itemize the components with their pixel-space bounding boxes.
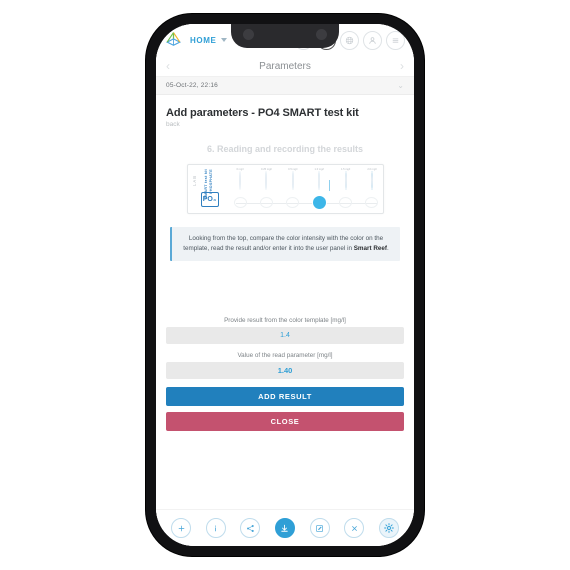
- main-content: Add parameters - PO4 SMART test kit back…: [156, 95, 414, 509]
- color-template-card: LAB SMART test kit PHOSPHATE PO₄ 0 mg/l: [186, 164, 384, 214]
- swatch-dot: [370, 171, 373, 190]
- test-card-label-panel: LAB SMART test kit PHOSPHATE PO₄: [188, 165, 230, 213]
- read-parameter-value-input[interactable]: 1.40: [166, 361, 404, 379]
- close-icon[interactable]: [344, 518, 365, 538]
- add-result-button[interactable]: ADD RESULT: [166, 386, 404, 406]
- tick-mark: [365, 197, 379, 208]
- share-icon[interactable]: [240, 518, 261, 538]
- date-selector[interactable]: 05-Oct-22, 22:16 ⌄: [156, 77, 414, 95]
- brand-name: Smart Reef: [353, 244, 387, 252]
- menu-icon[interactable]: [386, 30, 405, 50]
- info-icon[interactable]: [205, 518, 226, 538]
- po4-badge: PO₄: [200, 192, 219, 207]
- phone-notch: [231, 24, 339, 48]
- chevron-down-icon[interactable]: ⌄: [397, 81, 404, 90]
- bottom-toolbar: [156, 509, 414, 546]
- reading-pointer-icon: [329, 180, 330, 191]
- close-button[interactable]: CLOSE: [166, 411, 404, 431]
- gear-icon[interactable]: [378, 518, 399, 538]
- swatch: 1.5 mg/l: [339, 168, 352, 190]
- swatch-dot: [291, 171, 294, 190]
- page-nav-title: Parameters: [259, 60, 311, 72]
- test-card-wrapper: LAB SMART test kit PHOSPHATE PO₄ 0 mg/l: [166, 164, 404, 214]
- home-label[interactable]: HOME: [190, 36, 216, 45]
- swatch-dot: [318, 171, 321, 190]
- phone-screen: HOME ‹ Parameters › 05-Oct-22, 22:16 ⌄ A…: [156, 24, 414, 546]
- nav-next-button[interactable]: ›: [400, 60, 404, 72]
- screenshot-root: HOME ‹ Parameters › 05-Oct-22, 22:16 ⌄ A…: [0, 0, 570, 570]
- globe-icon[interactable]: [340, 30, 359, 50]
- field2-label: Value of the read parameter [mg/l]: [237, 351, 333, 359]
- chevron-down-icon[interactable]: [221, 38, 228, 42]
- date-value: 05-Oct-22, 22:16: [166, 82, 218, 89]
- swatch-dot: [265, 171, 268, 190]
- edit-icon[interactable]: [309, 518, 330, 538]
- lab-text: LAB: [191, 175, 197, 186]
- tick-mark: [286, 197, 300, 208]
- swatch: 1.0 mg/l: [313, 168, 326, 190]
- download-icon[interactable]: [274, 518, 295, 538]
- app-screen: HOME ‹ Parameters › 05-Oct-22, 22:16 ⌄ A…: [156, 24, 414, 546]
- back-link[interactable]: back: [166, 121, 404, 128]
- tick-row: [233, 196, 379, 209]
- user-icon[interactable]: [363, 30, 382, 50]
- swatch-dot: [239, 171, 241, 190]
- add-icon[interactable]: [171, 518, 192, 538]
- color-scale-panel: 0 mg/l 0.25 mg/l 0.5 mg/l 1.0 mg/l 1.5 m…: [230, 165, 383, 213]
- tick-mark: [259, 197, 273, 208]
- field1-label: Provide result from the color template […: [224, 316, 346, 324]
- tick-mark: [339, 197, 353, 208]
- color-template-result-input[interactable]: 1.4: [166, 326, 404, 344]
- result-form: Provide result from the color template […: [166, 317, 404, 431]
- swatch-dot: [344, 171, 347, 190]
- swatch: 0 mg/l: [234, 168, 247, 190]
- tick-mark: [233, 197, 247, 208]
- cube-logo-icon[interactable]: [164, 31, 183, 50]
- page-navbar: ‹ Parameters ›: [156, 56, 414, 77]
- instruction-text: Looking from the top, compare the color …: [181, 234, 391, 254]
- swatch: 0.5 mg/l: [286, 168, 299, 190]
- section-title: 6. Reading and recording the results: [206, 144, 364, 154]
- swatch: 0.25 mg/l: [260, 168, 273, 190]
- instruction-infobox: Looking from the top, compare the color …: [170, 227, 400, 261]
- instruction-part2: .: [386, 244, 389, 252]
- swatch: 2.0 mg/l: [365, 168, 378, 190]
- tick-mark-active: [312, 196, 326, 209]
- front-camera-right-icon: [316, 29, 327, 40]
- phone-frame: HOME ‹ Parameters › 05-Oct-22, 22:16 ⌄ A…: [146, 14, 424, 556]
- page-title: Add parameters - PO4 SMART test kit: [166, 107, 359, 119]
- phosphate-text: PHOSPHATE: [208, 169, 213, 194]
- front-camera-left-icon: [243, 29, 254, 40]
- swatch-row: 0 mg/l 0.25 mg/l 0.5 mg/l 1.0 mg/l 1.5 m…: [234, 168, 379, 190]
